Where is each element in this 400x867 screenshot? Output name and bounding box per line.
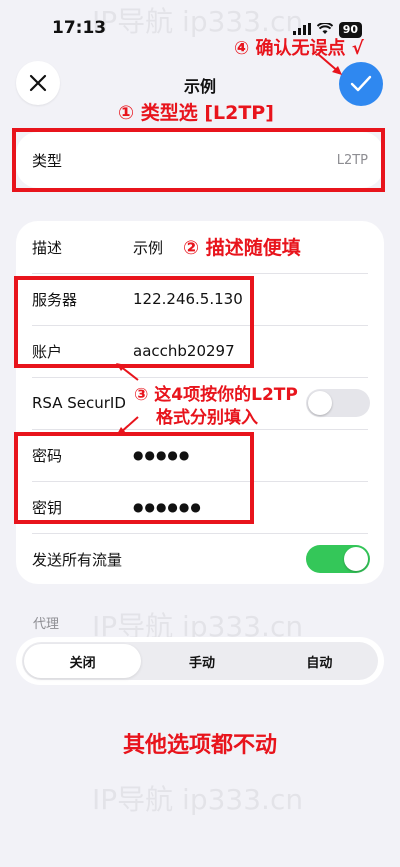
proxy-option-off[interactable]: 关闭 [24,644,142,678]
checkmark-icon [350,75,372,92]
send-all-label: 发送所有流量 [32,550,123,569]
annotation-step1: ① 类型选 [L2TP] [118,102,274,124]
status-time: 17:13 [52,18,107,38]
rsa-label: RSA SecurID [32,394,126,412]
highlight-box [14,276,254,368]
arrow-icon [116,416,139,436]
send-all-toggle[interactable] [306,545,370,573]
highlight-box [12,128,385,192]
highlight-box [14,432,254,524]
proxy-section-label: 代理 [33,617,60,632]
description-field[interactable]: 示例 [133,237,163,258]
send-all-row: 发送所有流量 [16,533,384,585]
annotation-footer: 其他选项都不动 [122,733,277,758]
rsa-toggle[interactable] [306,389,370,417]
annotation-step3-line1: ③ 这4项按你的L2TP [134,385,298,405]
arrow-icon [317,53,342,75]
watermark: IP导航 ip333.cn [92,783,304,816]
annotation-step2: ② 描述随便填 [183,237,301,259]
proxy-option-auto[interactable]: 自动 [261,642,378,680]
annotation-step3-line2: 格式分别填入 [156,408,258,428]
arrow-icon [116,363,139,381]
proxy-option-manual[interactable]: 手动 [143,642,260,680]
proxy-segmented-control: 关闭 手动 自动 [16,637,384,685]
description-label: 描述 [32,238,63,257]
